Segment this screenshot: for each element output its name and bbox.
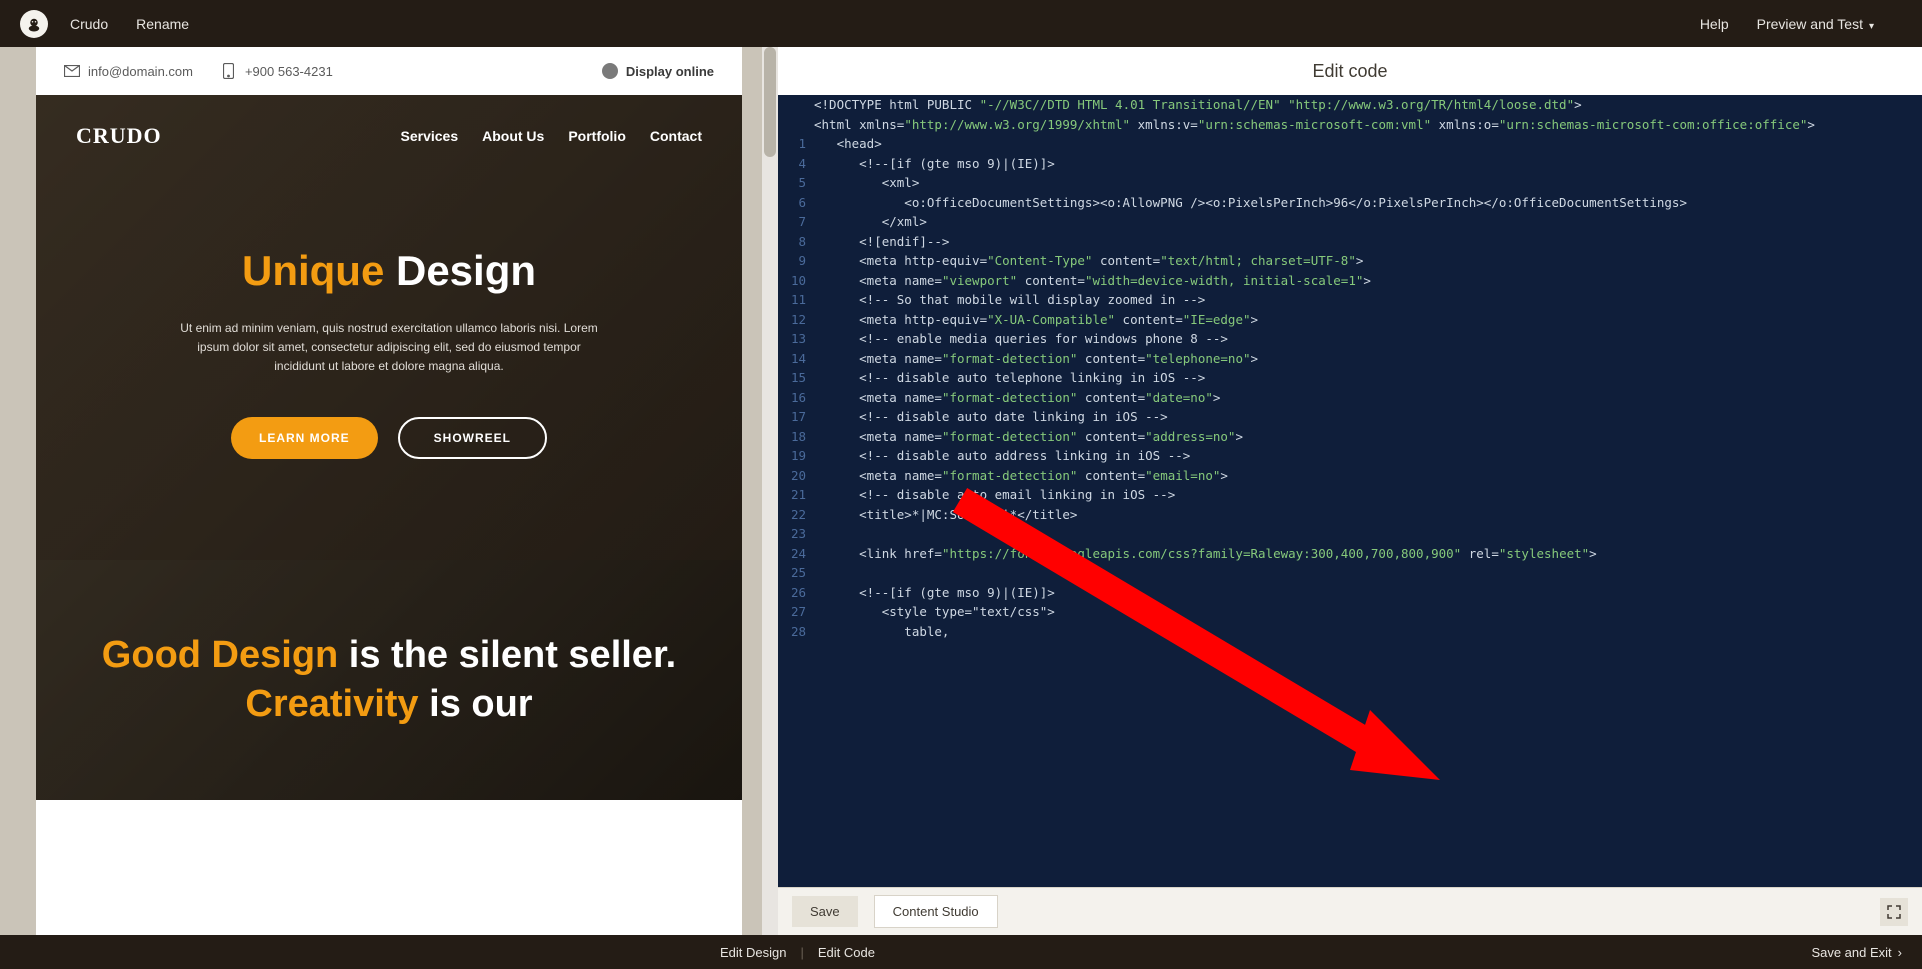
nav-about[interactable]: About Us [482, 128, 544, 144]
preview-brand-logo[interactable]: CRUDO [76, 123, 162, 149]
chevron-right-icon: › [1898, 945, 1902, 960]
content-studio-button[interactable]: Content Studio [874, 895, 998, 928]
help-link[interactable]: Help [1700, 16, 1729, 32]
template-name[interactable]: Crudo [70, 16, 108, 32]
scrollbar-thumb[interactable] [764, 47, 776, 157]
hero-subtitle: Ut enim ad minim veniam, quis nostrud ex… [179, 319, 599, 377]
preview-nav: Services About Us Portfolio Contact [401, 128, 703, 144]
phone-icon [221, 63, 237, 79]
nav-services[interactable]: Services [401, 128, 459, 144]
preview-test-menu[interactable]: Preview and Test▾ [1757, 16, 1874, 32]
email-icon [64, 63, 80, 79]
edit-code-header: Edit code [778, 47, 1922, 95]
nav-portfolio[interactable]: Portfolio [568, 128, 626, 144]
hero-title: Unique Design [76, 247, 702, 295]
edit-design-link[interactable]: Edit Design [720, 945, 786, 960]
save-and-exit-button[interactable]: Save and Exit › [1811, 945, 1902, 960]
email-preview: info@domain.com +900 563-4231 Display on… [36, 47, 742, 935]
showreel-button[interactable]: SHOWREEL [398, 417, 547, 459]
nav-contact[interactable]: Contact [650, 128, 702, 144]
section-2-headline: Good Design is the silent seller. Creati… [86, 631, 692, 730]
preview-pane: info@domain.com +900 563-4231 Display on… [0, 47, 778, 935]
learn-more-button[interactable]: LEARN MORE [231, 417, 378, 459]
preview-email-text[interactable]: info@domain.com [88, 64, 193, 79]
edit-code-link[interactable]: Edit Code [818, 945, 875, 960]
editor-action-bar: Save Content Studio [778, 887, 1922, 935]
code-editor[interactable]: <!DOCTYPE html PUBLIC "-//W3C//DTD HTML … [778, 95, 1922, 887]
mailchimp-logo-icon[interactable] [20, 10, 48, 38]
preview-section-2: Good Design is the silent seller. Creati… [36, 560, 742, 800]
rename-link[interactable]: Rename [136, 16, 189, 32]
chevron-down-icon: ▾ [1869, 21, 1874, 32]
display-online-link[interactable]: Display online [626, 64, 714, 79]
save-button[interactable]: Save [792, 896, 858, 927]
preview-phone-text[interactable]: +900 563-4231 [245, 64, 333, 79]
bottom-bar: Edit Design | Edit Code Save and Exit › [0, 935, 1922, 969]
expand-icon[interactable] [1880, 898, 1908, 926]
top-bar: Crudo Rename Help Preview and Test▾ [0, 0, 1922, 47]
globe-icon [602, 63, 618, 79]
preview-scrollbar[interactable] [762, 47, 778, 935]
